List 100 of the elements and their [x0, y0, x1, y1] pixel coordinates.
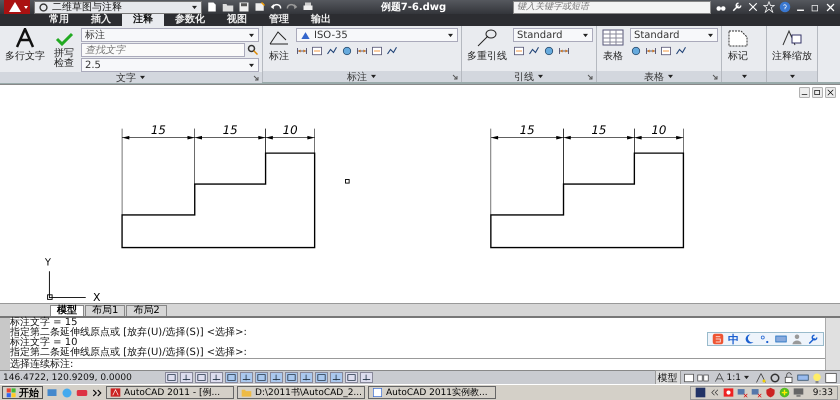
quick-view-drawings-icon[interactable] [696, 372, 709, 384]
punctuation-icon[interactable] [759, 333, 771, 345]
panel-title[interactable]: 标注 [347, 70, 367, 84]
panel-title[interactable]: 文字 [116, 70, 136, 84]
layout-tab[interactable]: 布局2 [126, 305, 167, 316]
drafting-toggle-icon[interactable] [210, 372, 223, 383]
tool-icon[interactable] [660, 45, 672, 57]
ribbon-tab[interactable]: 输出 [300, 14, 342, 26]
layout-tab[interactable]: 布局1 [85, 305, 126, 316]
drafting-toggle-icon[interactable] [300, 372, 313, 383]
find-icon[interactable] [247, 44, 259, 56]
dialog-launcher-icon[interactable] [253, 75, 259, 81]
tool-icon[interactable] [558, 45, 570, 57]
drafting-toggle-icon[interactable] [180, 372, 193, 383]
ribbon-tab[interactable]: 注释 [122, 14, 164, 26]
star-icon[interactable] [763, 1, 775, 13]
ribbon-tab[interactable]: 插入 [80, 14, 122, 26]
tool-icon[interactable] [513, 45, 525, 57]
ime-logo-icon[interactable] [712, 333, 724, 345]
drafting-toggle-icon[interactable] [330, 372, 343, 383]
save-as-icon[interactable] [254, 1, 266, 13]
dialog-launcher-icon[interactable] [712, 74, 718, 80]
command-line-grip[interactable] [0, 318, 10, 370]
taskbar-button[interactable]: D:\2011书\AutoCAD_2... [237, 386, 365, 399]
drafting-toggle-icon[interactable] [345, 372, 358, 383]
annotation-scaling-button[interactable]: 注释缩放 [770, 28, 814, 71]
tool-icon[interactable] [645, 45, 657, 57]
scrollbar[interactable] [825, 318, 840, 370]
app-menu-icon[interactable] [4, 0, 30, 14]
record-icon[interactable] [722, 387, 734, 398]
more-icon[interactable] [91, 386, 103, 398]
drafting-toggle-icon[interactable] [360, 372, 373, 383]
spell-check-button[interactable]: 拼写检查 [51, 28, 77, 72]
hardware-acceleration-icon[interactable] [797, 372, 809, 384]
clean-screen-icon[interactable] [825, 372, 837, 384]
tool-icon[interactable] [675, 45, 687, 57]
tool-icon[interactable] [326, 45, 338, 57]
moon-icon[interactable] [743, 333, 755, 345]
network-disconnected-icon[interactable] [750, 387, 762, 398]
ribbon-tab[interactable]: 视图 [216, 14, 258, 26]
start-button[interactable]: 开始 [2, 386, 43, 399]
close-icon[interactable] [825, 87, 836, 98]
find-text-field[interactable]: 查找文字 [81, 43, 245, 57]
shield-icon[interactable] [764, 387, 776, 398]
ribbon-tab[interactable]: 参数化 [164, 14, 216, 26]
table-style-dropdown[interactable]: Standard [630, 28, 718, 42]
dialog-launcher-icon[interactable] [587, 74, 593, 80]
folder-icon [241, 387, 252, 398]
panel-title[interactable]: 引线 [514, 70, 534, 84]
tool-icon[interactable] [528, 45, 540, 57]
help-icon[interactable] [779, 1, 791, 13]
user-icon[interactable] [791, 333, 803, 345]
drafting-toggle-icon[interactable] [255, 372, 268, 383]
multiline-text-button[interactable]: 多行文字 [3, 28, 47, 72]
wrench-icon[interactable] [807, 333, 819, 345]
drafting-toggle-icon[interactable] [285, 372, 298, 383]
drafting-toggle-icon[interactable] [195, 372, 208, 383]
printer-icon[interactable] [302, 1, 314, 13]
tool-icon[interactable] [341, 45, 353, 57]
dimension-button[interactable]: 标注 [266, 28, 292, 71]
dimension-style-dropdown[interactable]: ISO-35 [296, 28, 458, 42]
search-field[interactable]: 键入关键字或短语 [513, 0, 711, 14]
taskbar-button[interactable]: AutoCAD 2011实例教... [368, 386, 496, 399]
collapse-tray-icon[interactable] [708, 387, 720, 398]
input-mode-toggle[interactable]: 中 [728, 332, 739, 346]
network-disconnected-icon[interactable] [736, 387, 748, 398]
drafting-toggle-icon[interactable] [165, 372, 178, 383]
tool-icon[interactable] [311, 45, 323, 57]
ribbon-tab[interactable]: 管理 [258, 14, 300, 26]
keyboard-icon[interactable] [775, 333, 787, 345]
drafting-toggle-icon[interactable] [270, 372, 283, 383]
minimize-icon[interactable] [799, 87, 810, 98]
tool-icon[interactable] [543, 45, 555, 57]
annotation-scale-dropdown[interactable]: 1:1 [710, 372, 753, 383]
table-button[interactable]: 表格 [600, 28, 626, 71]
multileader-button[interactable]: 多重引线 [465, 28, 509, 71]
tool-icon[interactable] [386, 45, 398, 57]
lock-icon[interactable] [783, 372, 795, 384]
annotation-visibility-icon[interactable] [755, 372, 767, 384]
layout-tab[interactable]: 模型 [50, 305, 84, 316]
workspace-dropdown[interactable]: 二维草图与注释 [34, 0, 202, 14]
tool-icon[interactable] [356, 45, 368, 57]
text-style-dropdown[interactable]: 标注 [81, 28, 259, 42]
drafting-toggle-icon[interactable] [240, 372, 253, 383]
dialog-launcher-icon[interactable] [452, 74, 458, 80]
drafting-toggle-icon[interactable] [225, 372, 238, 383]
markup-button[interactable]: 标记 [725, 28, 751, 71]
ribbon-tab[interactable]: 常用 [38, 14, 80, 26]
drafting-toggle-icon[interactable] [315, 372, 328, 383]
tool-icon[interactable] [371, 45, 383, 57]
monitor-icon[interactable] [792, 387, 804, 398]
command-prompt[interactable]: 选择连续标注: [10, 360, 825, 370]
quick-view-layouts-icon[interactable] [682, 372, 695, 384]
save-icon[interactable] [238, 1, 250, 13]
tool-icon[interactable] [630, 45, 642, 57]
tool-icon[interactable] [296, 45, 308, 57]
text-height-dropdown[interactable]: 2.5 [81, 58, 259, 72]
taskbar-button[interactable]: AutoCAD 2011 - [例... [106, 386, 234, 399]
leader-style-dropdown[interactable]: Standard [513, 28, 593, 42]
restore-icon[interactable] [812, 87, 823, 98]
